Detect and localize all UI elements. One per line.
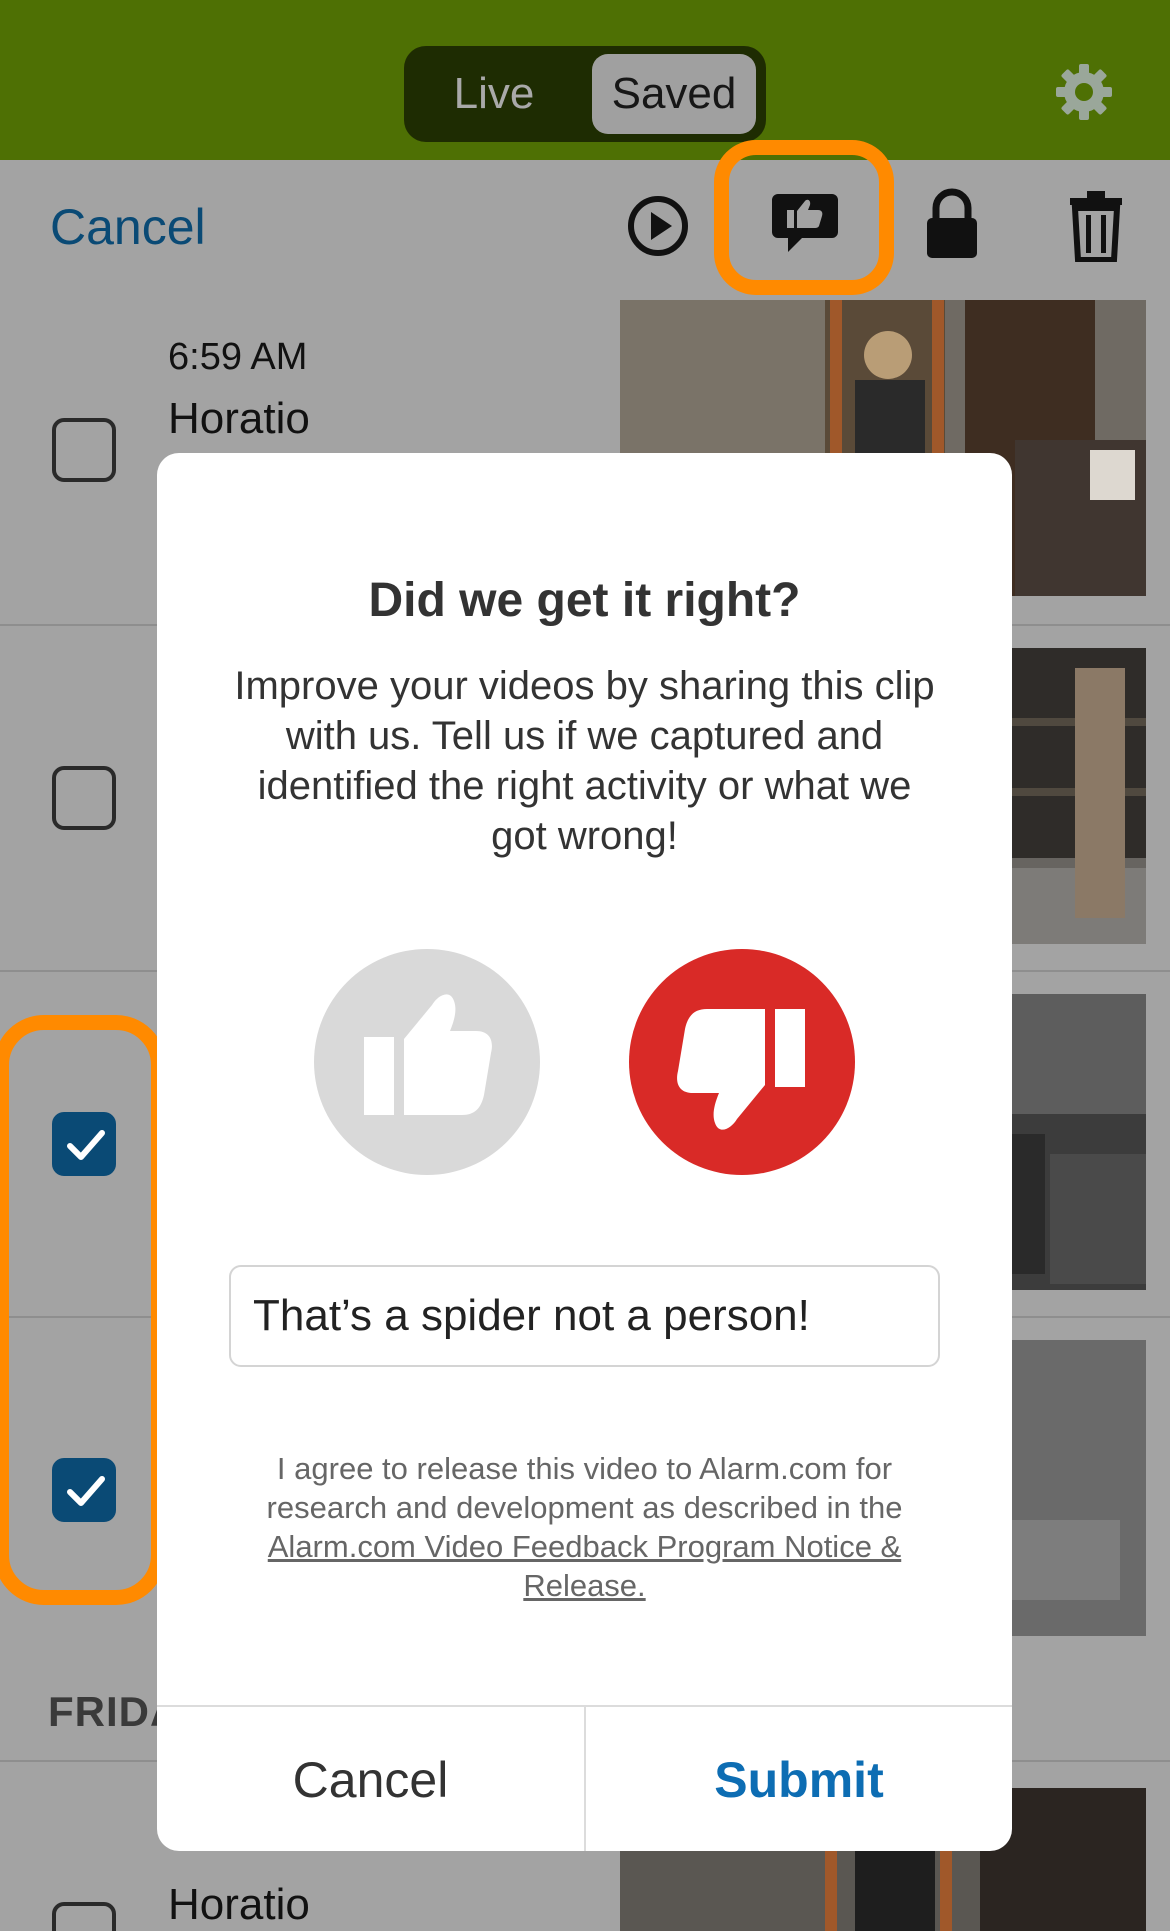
thumbs-up-button[interactable] [314,949,540,1175]
row-checkbox[interactable] [52,1902,116,1931]
gear-icon[interactable] [1052,60,1116,124]
consent-prefix: I agree to release this video to Alarm.c… [266,1451,903,1525]
dialog-message: Improve your videos by sharing this clip… [234,664,935,858]
top-bar: Live Saved [0,0,1170,160]
thumbs-up-icon [364,994,492,1115]
live-saved-segmented-control: Live Saved [404,46,766,142]
row-checkbox[interactable] [52,766,116,830]
row-checkbox[interactable] [52,418,116,482]
dialog-title: Did we get it right? [368,574,801,627]
selected-checkboxes-highlight [0,1015,166,1605]
trash-icon[interactable] [1068,190,1124,262]
row-name: Horatio [168,394,310,443]
segment-saved[interactable]: Saved [592,54,756,134]
row-time: 6:59 AM [168,336,308,378]
row-name: Horatio [168,1880,310,1929]
consent-text: I agree to release this video to Alarm.c… [227,1449,942,1605]
toolbar-cancel-button[interactable]: Cancel [50,198,206,256]
feedback-comment-input[interactable] [229,1265,940,1367]
dialog-cancel-button[interactable]: Cancel [157,1707,584,1851]
consent-link[interactable]: Alarm.com Video Feedback Program Notice … [268,1529,901,1603]
lock-icon[interactable] [924,188,980,260]
segment-live[interactable]: Live [404,46,584,142]
dialog-submit-button[interactable]: Submit [586,1707,1012,1851]
feedback-button-highlight [714,140,894,295]
dialog-actions: Cancel Submit [157,1705,1012,1851]
feedback-dialog: Did we get it right? Improve your videos… [157,453,1012,1851]
play-icon[interactable] [626,194,690,258]
thumbs-down-button[interactable] [629,949,855,1175]
thumbs-down-icon [677,1009,805,1130]
